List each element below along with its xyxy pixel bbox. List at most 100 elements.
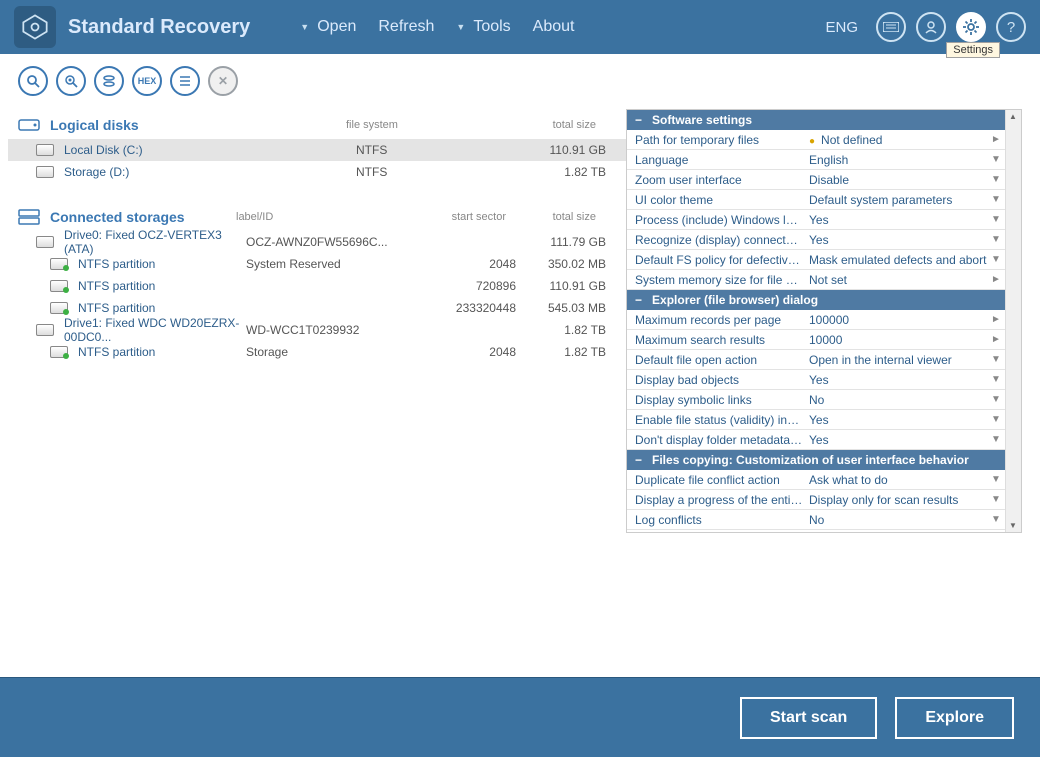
header-right: ENG ? <box>825 12 1026 42</box>
setting-value: Yes <box>803 213 987 227</box>
logical-disk-row[interactable]: Local Disk (C:) NTFS 110.91 GB <box>8 139 626 161</box>
setting-indicator-icon: ► <box>987 274 1005 285</box>
setting-value: No <box>803 393 987 407</box>
disk-size: 1.82 TB <box>516 165 626 179</box>
item-name: NTFS partition <box>78 257 246 271</box>
settings-row[interactable]: Recognize (display) connected me... Yes … <box>627 230 1005 250</box>
language-selector[interactable]: ENG <box>825 19 858 36</box>
settings-row[interactable]: Language English ▼ <box>627 150 1005 170</box>
settings-row[interactable]: Display bad objects Yes ▼ <box>627 370 1005 390</box>
settings-group-header[interactable]: −Explorer (file browser) dialog <box>627 290 1005 310</box>
collapse-icon: − <box>635 453 642 467</box>
menu-about[interactable]: About <box>533 18 575 36</box>
settings-row[interactable]: Duplicate file conflict action Ask what … <box>627 470 1005 490</box>
setting-value: Yes <box>803 433 987 447</box>
item-name: NTFS partition <box>78 345 246 359</box>
settings-row[interactable]: Maximum records per page 100000 ► <box>627 310 1005 330</box>
item-start-sector: 720896 <box>406 279 516 293</box>
setting-indicator-icon: ▼ <box>987 214 1005 225</box>
close-button[interactable]: ✕ <box>208 66 238 96</box>
settings-row[interactable]: Default FS policy for defective blo... M… <box>627 250 1005 270</box>
partition-icon <box>50 302 68 314</box>
setting-key: Default file open action <box>627 353 803 367</box>
menu-tools[interactable]: ▼Tools <box>456 18 510 36</box>
item-name: Drive1: Fixed WDC WD20EZRX-00DC0... <box>64 316 246 344</box>
setting-key: Don't display folder metadata size <box>627 433 803 447</box>
collapse-icon: − <box>635 293 642 307</box>
app-title: Standard Recovery <box>68 16 250 39</box>
setting-key: Enable file status (validity) indicati..… <box>627 413 803 427</box>
settings-row[interactable]: Enable file status (validity) indicati..… <box>627 410 1005 430</box>
settings-row[interactable]: Display a progress of the entire c... Di… <box>627 490 1005 510</box>
header-bar: Standard Recovery ▼Open Refresh ▼Tools A… <box>0 0 1040 54</box>
settings-row[interactable]: Log conflicts No ▼ <box>627 510 1005 530</box>
hex-button[interactable]: HEX <box>132 66 162 96</box>
setting-key: Zoom user interface <box>627 173 803 187</box>
settings-row[interactable]: Zoom user interface Disable ▼ <box>627 170 1005 190</box>
menu-open[interactable]: ▼Open <box>300 18 356 36</box>
setting-key: Maximum records per page <box>627 313 803 327</box>
setting-value: Disable <box>803 173 987 187</box>
footer-bar: Start scan Explore <box>0 677 1040 757</box>
setting-indicator-icon: ▼ <box>987 354 1005 365</box>
disk-size: 110.91 GB <box>516 143 626 157</box>
settings-scrollbar[interactable] <box>1005 110 1021 532</box>
setting-value: Not set <box>803 273 987 287</box>
user-icon[interactable] <box>916 12 946 42</box>
setting-indicator-icon: ▼ <box>987 194 1005 205</box>
settings-row[interactable]: Default file open action Open in the int… <box>627 350 1005 370</box>
setting-key: Default FS policy for defective blo... <box>627 253 803 267</box>
drive-row[interactable]: Drive1: Fixed WDC WD20EZRX-00DC0... WD-W… <box>8 319 626 341</box>
raid-button[interactable] <box>94 66 124 96</box>
item-label: System Reserved <box>246 257 406 271</box>
drive-row[interactable]: Drive0: Fixed OCZ-VERTEX3 (ATA) OCZ-AWNZ… <box>8 231 626 253</box>
setting-indicator-icon: ▼ <box>987 374 1005 385</box>
partition-row[interactable]: NTFS partition Storage 2048 1.82 TB <box>8 341 626 363</box>
settings-row[interactable]: Display symbolic links No ▼ <box>627 390 1005 410</box>
setting-value: Display only for scan results <box>803 493 987 507</box>
storage-icon <box>18 209 40 225</box>
search-button[interactable] <box>18 66 48 96</box>
setting-value: Mask emulated defects and abort <box>803 253 987 267</box>
menu-refresh[interactable]: Refresh <box>378 18 434 36</box>
setting-key: Display symbolic links <box>627 393 803 407</box>
settings-panel: −Software settingsPath for temporary fil… <box>626 109 1026 677</box>
item-label: OCZ-AWNZ0FW55696C... <box>246 235 406 249</box>
explore-button[interactable]: Explore <box>895 697 1014 739</box>
setting-indicator-icon: ▼ <box>987 394 1005 405</box>
settings-row[interactable]: System memory size for file cache... Not… <box>627 270 1005 290</box>
settings-tooltip: Settings <box>946 42 1000 58</box>
setting-value: Yes <box>803 373 987 387</box>
disk-filesystem: NTFS <box>356 143 516 157</box>
setting-value: English <box>803 153 987 167</box>
settings-row[interactable]: Maximum search results 10000 ► <box>627 330 1005 350</box>
partition-row[interactable]: NTFS partition 720896 110.91 GB <box>8 275 626 297</box>
volume-icon <box>36 144 54 156</box>
setting-value: Ask what to do <box>803 473 987 487</box>
setting-key: Path for temporary files <box>627 133 803 147</box>
help-icon[interactable]: ? <box>996 12 1026 42</box>
setting-key: System memory size for file cache... <box>627 273 803 287</box>
partition-row[interactable]: NTFS partition System Reserved 2048 350.… <box>8 253 626 275</box>
setting-key: Display bad objects <box>627 373 803 387</box>
settings-row[interactable]: Path for temporary files Not defined ► <box>627 130 1005 150</box>
settings-row[interactable]: Process (include) Windows logical ... Ye… <box>627 210 1005 230</box>
keyboard-icon[interactable] <box>876 12 906 42</box>
item-size: 111.79 GB <box>516 235 626 249</box>
setting-key: Duplicate file conflict action <box>627 473 803 487</box>
settings-group-header[interactable]: −Files copying: Customization of user in… <box>627 450 1005 470</box>
settings-icon[interactable] <box>956 12 986 42</box>
logo-icon <box>21 13 49 41</box>
setting-value: Yes <box>803 233 987 247</box>
setting-key: Process (include) Windows logical ... <box>627 213 803 227</box>
list-button[interactable] <box>170 66 200 96</box>
settings-row[interactable]: Don't display folder metadata size Yes ▼ <box>627 430 1005 450</box>
settings-row[interactable]: UI color theme Default system parameters… <box>627 190 1005 210</box>
start-scan-button[interactable]: Start scan <box>740 697 877 739</box>
setting-indicator-icon: ▼ <box>987 474 1005 485</box>
settings-group-header[interactable]: −Software settings <box>627 110 1005 130</box>
logical-disk-row[interactable]: Storage (D:) NTFS 1.82 TB <box>8 161 626 183</box>
deep-scan-button[interactable] <box>56 66 86 96</box>
disk-name: Storage (D:) <box>64 165 356 179</box>
partition-icon <box>50 280 68 292</box>
